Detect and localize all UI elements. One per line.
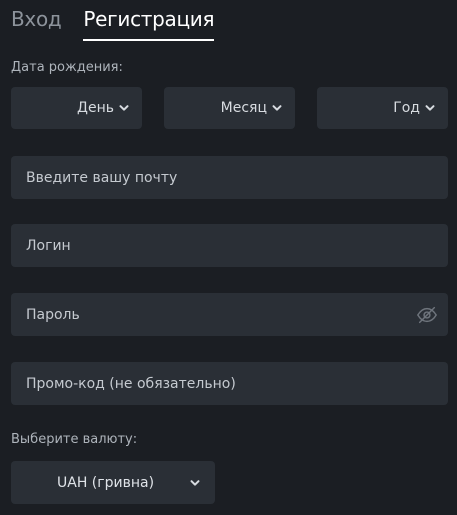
month-select[interactable]: Месяц [164,87,295,129]
promo-code-field[interactable]: Промо-код (не обязательно) [11,362,448,405]
day-select-value: День [77,100,114,116]
chevron-down-icon [190,479,200,486]
promo-placeholder: Промо-код (не обязательно) [26,375,236,392]
currency-select-value: UAH (гривна) [57,474,155,491]
birthdate-label: Дата рождения: [11,60,123,75]
day-select[interactable]: День [11,87,142,129]
login-field[interactable]: Логин [11,224,448,267]
currency-select[interactable]: UAH (гривна) [11,461,215,504]
email-field[interactable]: Введите вашу почту [11,156,448,199]
tab-login[interactable]: Вход [11,6,62,36]
eye-off-icon[interactable] [416,304,438,326]
chevron-down-icon [425,105,435,111]
tab-register[interactable]: Регистрация [83,6,215,41]
chevron-down-icon [272,105,282,111]
login-placeholder: Логин [26,237,71,254]
currency-label: Выберите валюту: [11,432,138,447]
auth-tabs: Вход Регистрация [11,6,215,41]
year-select-value: Год [393,100,420,116]
year-select[interactable]: Год [317,87,448,129]
month-select-value: Месяц [220,100,267,116]
email-placeholder: Введите вашу почту [26,169,178,186]
password-field[interactable]: Пароль [11,293,448,336]
password-placeholder: Пароль [26,306,80,323]
chevron-down-icon [119,105,129,111]
